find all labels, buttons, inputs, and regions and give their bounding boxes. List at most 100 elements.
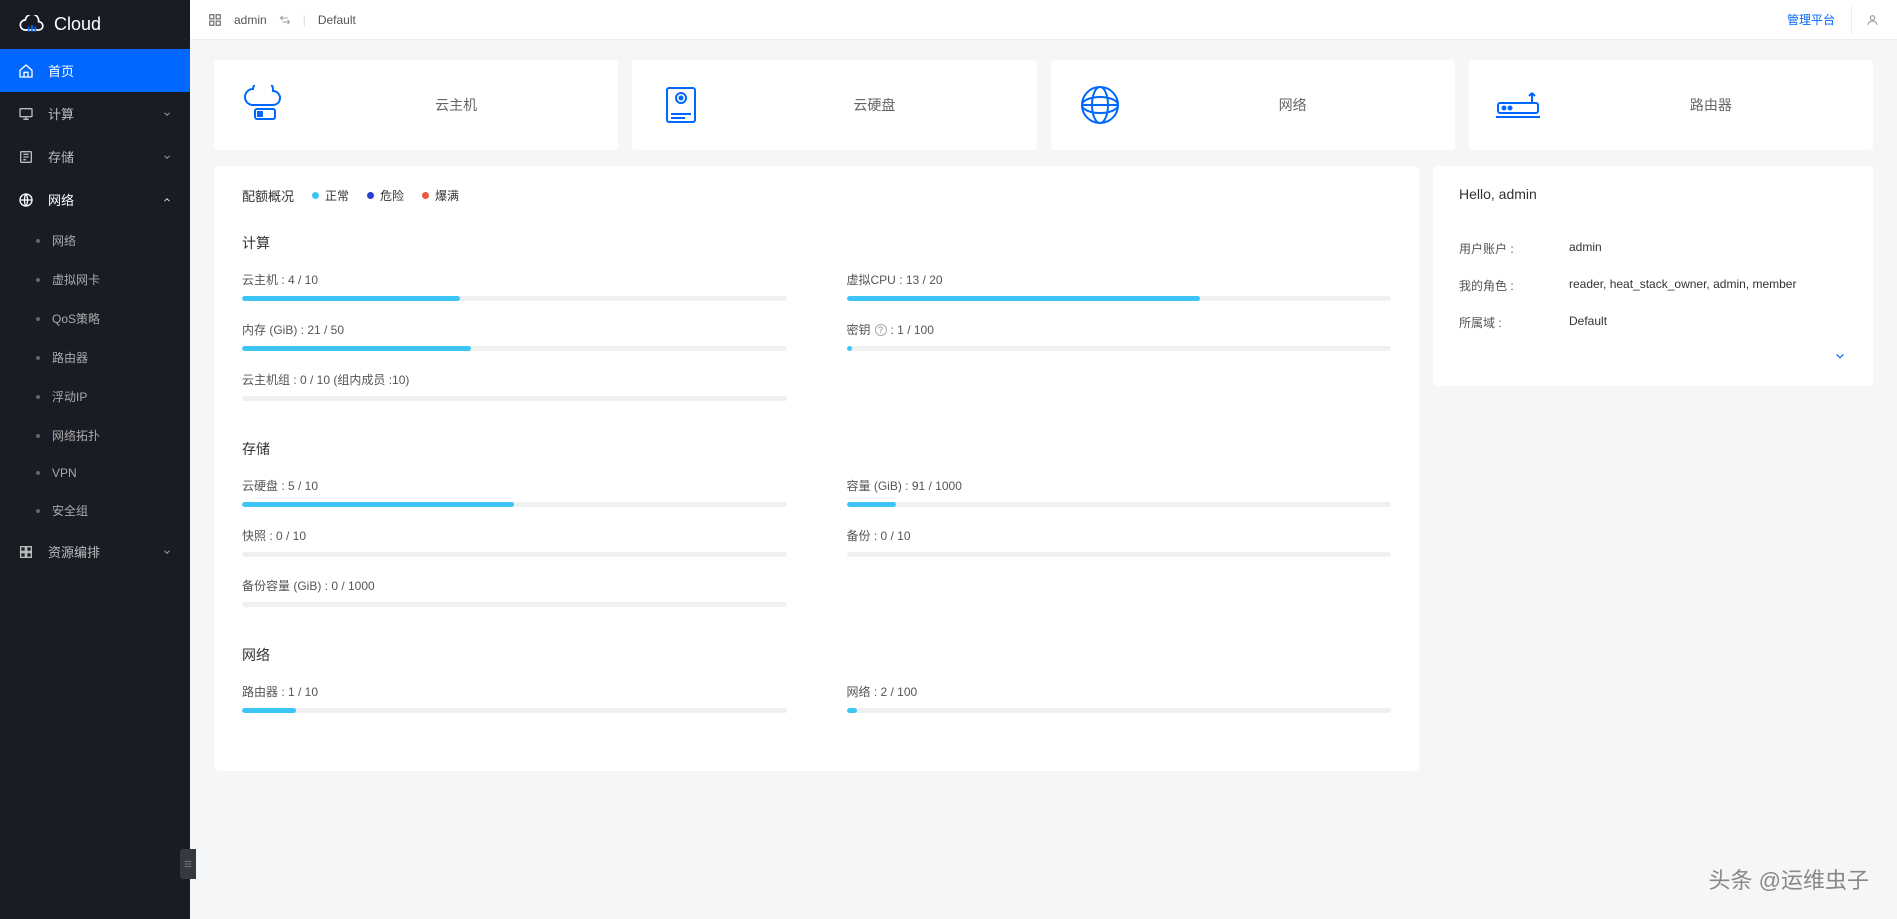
sidebar-item-storage[interactable]: 存储 <box>0 135 190 178</box>
quota-bar <box>847 346 1392 351</box>
submenu-router[interactable]: 路由器 <box>0 338 190 377</box>
submenu-vnic[interactable]: 虚拟网卡 <box>0 260 190 299</box>
swap-icon[interactable] <box>279 14 291 26</box>
user-panel: Hello, admin 用户账户 : admin 我的角色 : reader,… <box>1433 166 1873 386</box>
chevron-down-icon <box>162 109 172 119</box>
card-instance[interactable]: 云主机 <box>214 60 618 150</box>
quota-label: 快照 : 0 / 10 <box>242 527 787 544</box>
help-icon[interactable]: ? <box>875 324 887 336</box>
quota-item: 云硬盘 : 5 / 10 <box>242 477 787 507</box>
quota-label: 云主机组 : 0 / 10 (组内成员 :10) <box>242 371 787 388</box>
chevron-down-icon <box>162 547 172 557</box>
quota-panel: 配额概况 正常 危险 爆满 计算 云主机 : 4 / 10虚拟CPU : 13 … <box>214 166 1419 771</box>
submenu-floating-ip[interactable]: 浮动IP <box>0 377 190 416</box>
submenu-vpn[interactable]: VPN <box>0 455 190 491</box>
quota-item: 密钥? : 1 / 100 <box>847 321 1392 351</box>
quota-fill <box>847 502 896 507</box>
home-icon <box>18 63 34 79</box>
quota-item: 云主机 : 4 / 10 <box>242 271 787 301</box>
user-domain-row: 所属域 : Default <box>1459 304 1847 341</box>
quota-label: 备份容量 (GiB) : 0 / 1000 <box>242 577 787 594</box>
sidebar-collapse-button[interactable] <box>180 849 196 879</box>
separator: | <box>303 13 306 27</box>
watermark: 头条 @运维虫子 <box>1709 863 1869 895</box>
quota-item: 虚拟CPU : 13 / 20 <box>847 271 1392 301</box>
sidebar: Cloud 首页 计算 存储 网络 网络 虚拟网卡 QoS策略 路由器 浮动IP… <box>0 0 190 919</box>
sidebar-item-label: 首页 <box>48 61 74 80</box>
submenu-topology[interactable]: 网络拓扑 <box>0 416 190 455</box>
quota-bar <box>242 346 787 351</box>
quota-item: 快照 : 0 / 10 <box>242 527 787 557</box>
card-volume[interactable]: 云硬盘 <box>632 60 1036 150</box>
quota-bar <box>847 708 1392 713</box>
user-account-key: 用户账户 : <box>1459 240 1569 257</box>
dot-icon <box>36 434 40 438</box>
submenu-network[interactable]: 网络 <box>0 221 190 260</box>
dot-icon <box>36 239 40 243</box>
dashboard-icon[interactable] <box>208 13 222 27</box>
quota-bar <box>847 552 1392 557</box>
quota-label: 路由器 : 1 / 10 <box>242 683 787 700</box>
quota-storage-grid: 云硬盘 : 5 / 10 容量 (GiB) : 91 / 1000 快照 : 0 /… <box>242 477 1391 607</box>
globe-icon <box>18 192 34 208</box>
user-roles-key: 我的角色 : <box>1459 277 1569 294</box>
legend-full: 爆满 <box>422 187 459 204</box>
user-expand-button[interactable] <box>1459 349 1847 366</box>
dot-icon <box>36 356 40 360</box>
section-storage-title: 存储 <box>242 439 1391 459</box>
topbar: admin | Default 管理平台 <box>190 0 1897 40</box>
quota-bar <box>242 296 787 301</box>
sidebar-item-label: 存储 <box>48 147 74 166</box>
topbar-domain[interactable]: Default <box>318 13 356 27</box>
quota-bar <box>242 552 787 557</box>
card-router[interactable]: 路由器 <box>1469 60 1873 150</box>
dot-icon <box>312 192 319 199</box>
submenu-label: 安全组 <box>52 502 88 519</box>
legend-danger: 危险 <box>367 187 404 204</box>
dot-icon <box>36 278 40 282</box>
submenu-label: 网络 <box>52 232 76 249</box>
submenu-label: 路由器 <box>52 349 88 366</box>
quota-item: 容量 (GiB) : 91 / 1000 <box>847 477 1392 507</box>
submenu-label: 浮动IP <box>52 388 87 405</box>
user-account-row: 用户账户 : admin <box>1459 230 1847 267</box>
card-network[interactable]: 网络 <box>1051 60 1455 150</box>
quota-label: 容量 (GiB) : 91 / 1000 <box>847 477 1392 494</box>
quota-item: 内存 (GiB) : 21 / 50 <box>242 321 787 351</box>
sidebar-item-compute[interactable]: 计算 <box>0 92 190 135</box>
dot-icon <box>367 192 374 199</box>
sidebar-item-label: 资源编排 <box>48 542 100 561</box>
quota-title: 配额概况 <box>242 186 294 205</box>
network-icon <box>1075 80 1125 130</box>
submenu-qos[interactable]: QoS策略 <box>0 299 190 338</box>
main-content: 云主机 云硬盘 网络 路由器 配额概况 正常 危险 爆 <box>190 0 1897 795</box>
brand-text: Cloud <box>54 14 101 35</box>
quota-label: 密钥? : 1 / 100 <box>847 321 1392 338</box>
volume-icon <box>656 80 706 130</box>
dot-icon <box>36 317 40 321</box>
quota-header: 配额概况 正常 危险 爆满 <box>242 186 1391 205</box>
user-avatar-button[interactable] <box>1851 6 1879 34</box>
quota-fill <box>242 346 471 351</box>
chevron-up-icon <box>162 195 172 205</box>
topbar-user[interactable]: admin <box>234 13 267 27</box>
sidebar-item-home[interactable]: 首页 <box>0 49 190 92</box>
quota-label: 云硬盘 : 5 / 10 <box>242 477 787 494</box>
user-account-value: admin <box>1569 240 1847 257</box>
quota-item: 路由器 : 1 / 10 <box>242 683 787 713</box>
quota-label: 云主机 : 4 / 10 <box>242 271 787 288</box>
user-roles-row: 我的角色 : reader, heat_stack_owner, admin, … <box>1459 267 1847 304</box>
quota-network-grid: 路由器 : 1 / 10网络 : 2 / 100 <box>242 683 1391 713</box>
submenu-security-group[interactable]: 安全组 <box>0 491 190 530</box>
chevron-down-icon <box>1833 349 1847 363</box>
sidebar-item-orchestration[interactable]: 资源编排 <box>0 530 190 573</box>
storage-icon <box>18 149 34 165</box>
manage-platform-link[interactable]: 管理平台 <box>1787 11 1835 28</box>
sidebar-item-network[interactable]: 网络 <box>0 178 190 221</box>
router-icon <box>1493 80 1543 130</box>
quota-item: 云主机组 : 0 / 10 (组内成员 :10) <box>242 371 787 401</box>
quota-label: 内存 (GiB) : 21 / 50 <box>242 321 787 338</box>
user-domain-value: Default <box>1569 314 1847 331</box>
logo[interactable]: Cloud <box>0 0 190 49</box>
instance-icon <box>238 80 288 130</box>
